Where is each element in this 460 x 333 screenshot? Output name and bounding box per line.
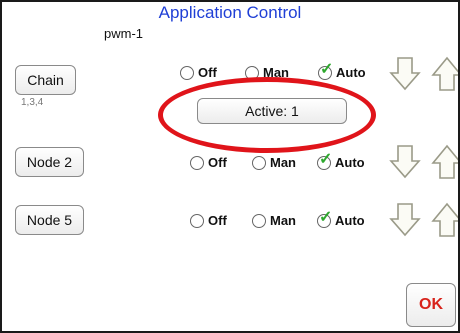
chain-off-radio[interactable]: Off	[180, 65, 217, 80]
node-2-button[interactable]: Node 2	[15, 147, 84, 177]
radio-label: Auto	[335, 155, 365, 170]
checkmark-icon: ✓	[319, 150, 333, 168]
node-2-man-radio[interactable]: Man	[252, 155, 296, 170]
application-control-panel: Application Control pwm-1 Chain 1,3,4 Of…	[0, 0, 460, 333]
radio-circle-icon	[190, 155, 204, 170]
radio-selected-icon: ✓	[317, 209, 332, 228]
page-title: Application Control	[158, 3, 302, 22]
up-arrow-icon[interactable]	[431, 56, 460, 92]
node-2-auto-radio[interactable]: ✓ Auto	[317, 151, 365, 170]
down-arrow-icon[interactable]	[389, 144, 421, 180]
ok-button[interactable]: OK	[406, 283, 456, 327]
radio-circle-icon	[252, 213, 266, 228]
radio-circle-icon	[252, 155, 266, 170]
down-arrow-icon[interactable]	[389, 56, 421, 92]
node-5-man-radio[interactable]: Man	[252, 213, 296, 228]
node-2-off-radio[interactable]: Off	[190, 155, 227, 170]
radio-label: Off	[198, 65, 217, 80]
chain-button[interactable]: Chain	[15, 65, 76, 95]
radio-label: Off	[208, 155, 227, 170]
radio-label: Man	[270, 155, 296, 170]
radio-circle-icon	[180, 65, 194, 80]
chain-sub-label: 1,3,4	[21, 97, 44, 108]
radio-label: Man	[270, 213, 296, 228]
radio-label: Off	[208, 213, 227, 228]
node-5-auto-radio[interactable]: ✓ Auto	[317, 209, 365, 228]
radio-label: Auto	[336, 65, 366, 80]
highlight-ellipse	[158, 77, 376, 153]
radio-circle-icon	[190, 213, 204, 228]
up-arrow-icon[interactable]	[431, 202, 460, 238]
checkmark-icon: ✓	[320, 60, 334, 78]
chain-auto-radio[interactable]: ✓ Auto	[318, 61, 366, 80]
radio-selected-icon: ✓	[317, 151, 332, 170]
node-5-off-radio[interactable]: Off	[190, 213, 227, 228]
radio-label: Auto	[335, 213, 365, 228]
up-arrow-icon[interactable]	[431, 144, 460, 180]
node-5-button[interactable]: Node 5	[15, 205, 84, 235]
pwm-label: pwm-1	[104, 26, 144, 41]
down-arrow-icon[interactable]	[389, 202, 421, 238]
radio-selected-icon: ✓	[318, 61, 333, 80]
checkmark-icon: ✓	[319, 208, 333, 226]
